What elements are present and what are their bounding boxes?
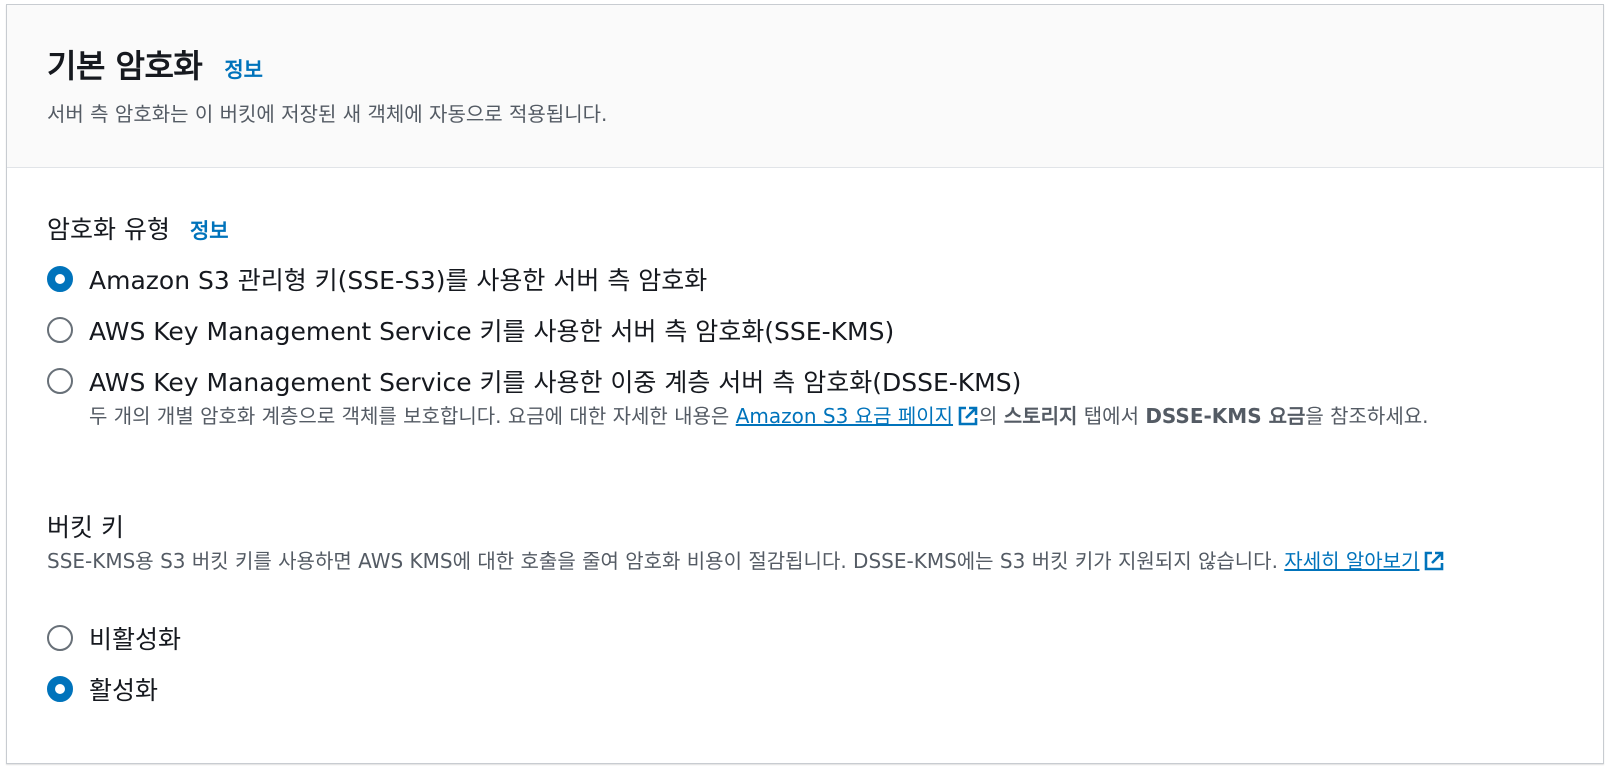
dsse-kms-description: 두 개의 개별 암호화 계층으로 객체를 보호합니다. 요금에 대한 자세한 내… <box>89 401 1529 432</box>
s3-pricing-link[interactable]: Amazon S3 요금 페이지 <box>736 404 979 428</box>
radio-label-enable: 활성화 <box>89 676 159 705</box>
panel-header: 기본 암호화 정보 서버 측 암호화는 이 버킷에 저장된 새 객체에 자동으로… <box>7 5 1603 168</box>
header-description: 서버 측 암호화는 이 버킷에 저장된 새 객체에 자동으로 적용됩니다. <box>47 102 608 126</box>
encryption-type-label: 암호화 유형 <box>47 215 170 244</box>
radio-unchecked-icon[interactable] <box>47 317 73 343</box>
radio-unchecked-icon[interactable] <box>47 625 73 651</box>
bucket-key-desc-text: SSE-KMS용 S3 버킷 키를 사용하면 AWS KMS에 대한 호출을 줄… <box>47 549 1285 573</box>
encryption-type-info-link[interactable]: 정보 <box>190 215 229 245</box>
radio-label-dsse-kms: AWS Key Management Service 키를 사용한 이중 계층 … <box>89 368 1022 397</box>
page-title: 기본 암호화 <box>47 47 203 85</box>
radio-unchecked-icon[interactable] <box>47 368 73 394</box>
external-link-icon <box>1425 551 1444 571</box>
radio-label-sse-s3: Amazon S3 관리형 키(SSE-S3)를 사용한 서버 측 암호화 <box>89 266 708 295</box>
dsse-desc-text-4: 을 참조하세요. <box>1305 404 1429 428</box>
dsse-kms-pricing-name: DSSE-KMS 요금 <box>1145 404 1306 428</box>
radio-option-sse-kms[interactable]: AWS Key Management Service 키를 사용한 서버 측 암… <box>47 312 894 348</box>
header-info-link[interactable]: 정보 <box>224 54 263 84</box>
bucket-key-label: 버킷 키 <box>47 513 124 542</box>
learn-more-link[interactable]: 자세히 알아보기 <box>1284 549 1445 573</box>
radio-label-disable: 비활성화 <box>89 625 182 654</box>
bucket-key-description: SSE-KMS용 S3 버킷 키를 사용하면 AWS KMS에 대한 호출을 줄… <box>47 546 1527 577</box>
radio-option-bucket-key-enable[interactable]: 활성화 <box>47 671 158 707</box>
default-encryption-panel: 기본 암호화 정보 서버 측 암호화는 이 버킷에 저장된 새 객체에 자동으로… <box>6 4 1604 764</box>
dsse-desc-text-1: 두 개의 개별 암호화 계층으로 객체를 보호합니다. 요금에 대한 자세한 내… <box>89 404 736 428</box>
external-link-icon <box>958 406 978 426</box>
radio-checked-icon[interactable] <box>47 266 73 292</box>
learn-more-link-label: 자세히 알아보기 <box>1284 549 1420 573</box>
radio-label-sse-kms: AWS Key Management Service 키를 사용한 서버 측 암… <box>89 317 895 346</box>
dsse-desc-text-3: 탭에서 <box>1077 404 1146 428</box>
radio-option-sse-s3[interactable]: Amazon S3 관리형 키(SSE-S3)를 사용한 서버 측 암호화 <box>47 261 707 297</box>
header-title-row: 기본 암호화 정보 <box>47 41 263 87</box>
dsse-desc-text-2: 의 <box>979 404 1004 428</box>
storage-tab-name: 스토리지 <box>1003 404 1078 428</box>
encryption-type-label-row: 암호화 유형 정보 <box>47 210 229 246</box>
s3-pricing-link-label: Amazon S3 요금 페이지 <box>735 404 954 428</box>
radio-checked-icon[interactable] <box>47 676 73 702</box>
radio-option-dsse-kms[interactable]: AWS Key Management Service 키를 사용한 이중 계층 … <box>47 363 1021 399</box>
radio-option-bucket-key-disable[interactable]: 비활성화 <box>47 620 181 656</box>
